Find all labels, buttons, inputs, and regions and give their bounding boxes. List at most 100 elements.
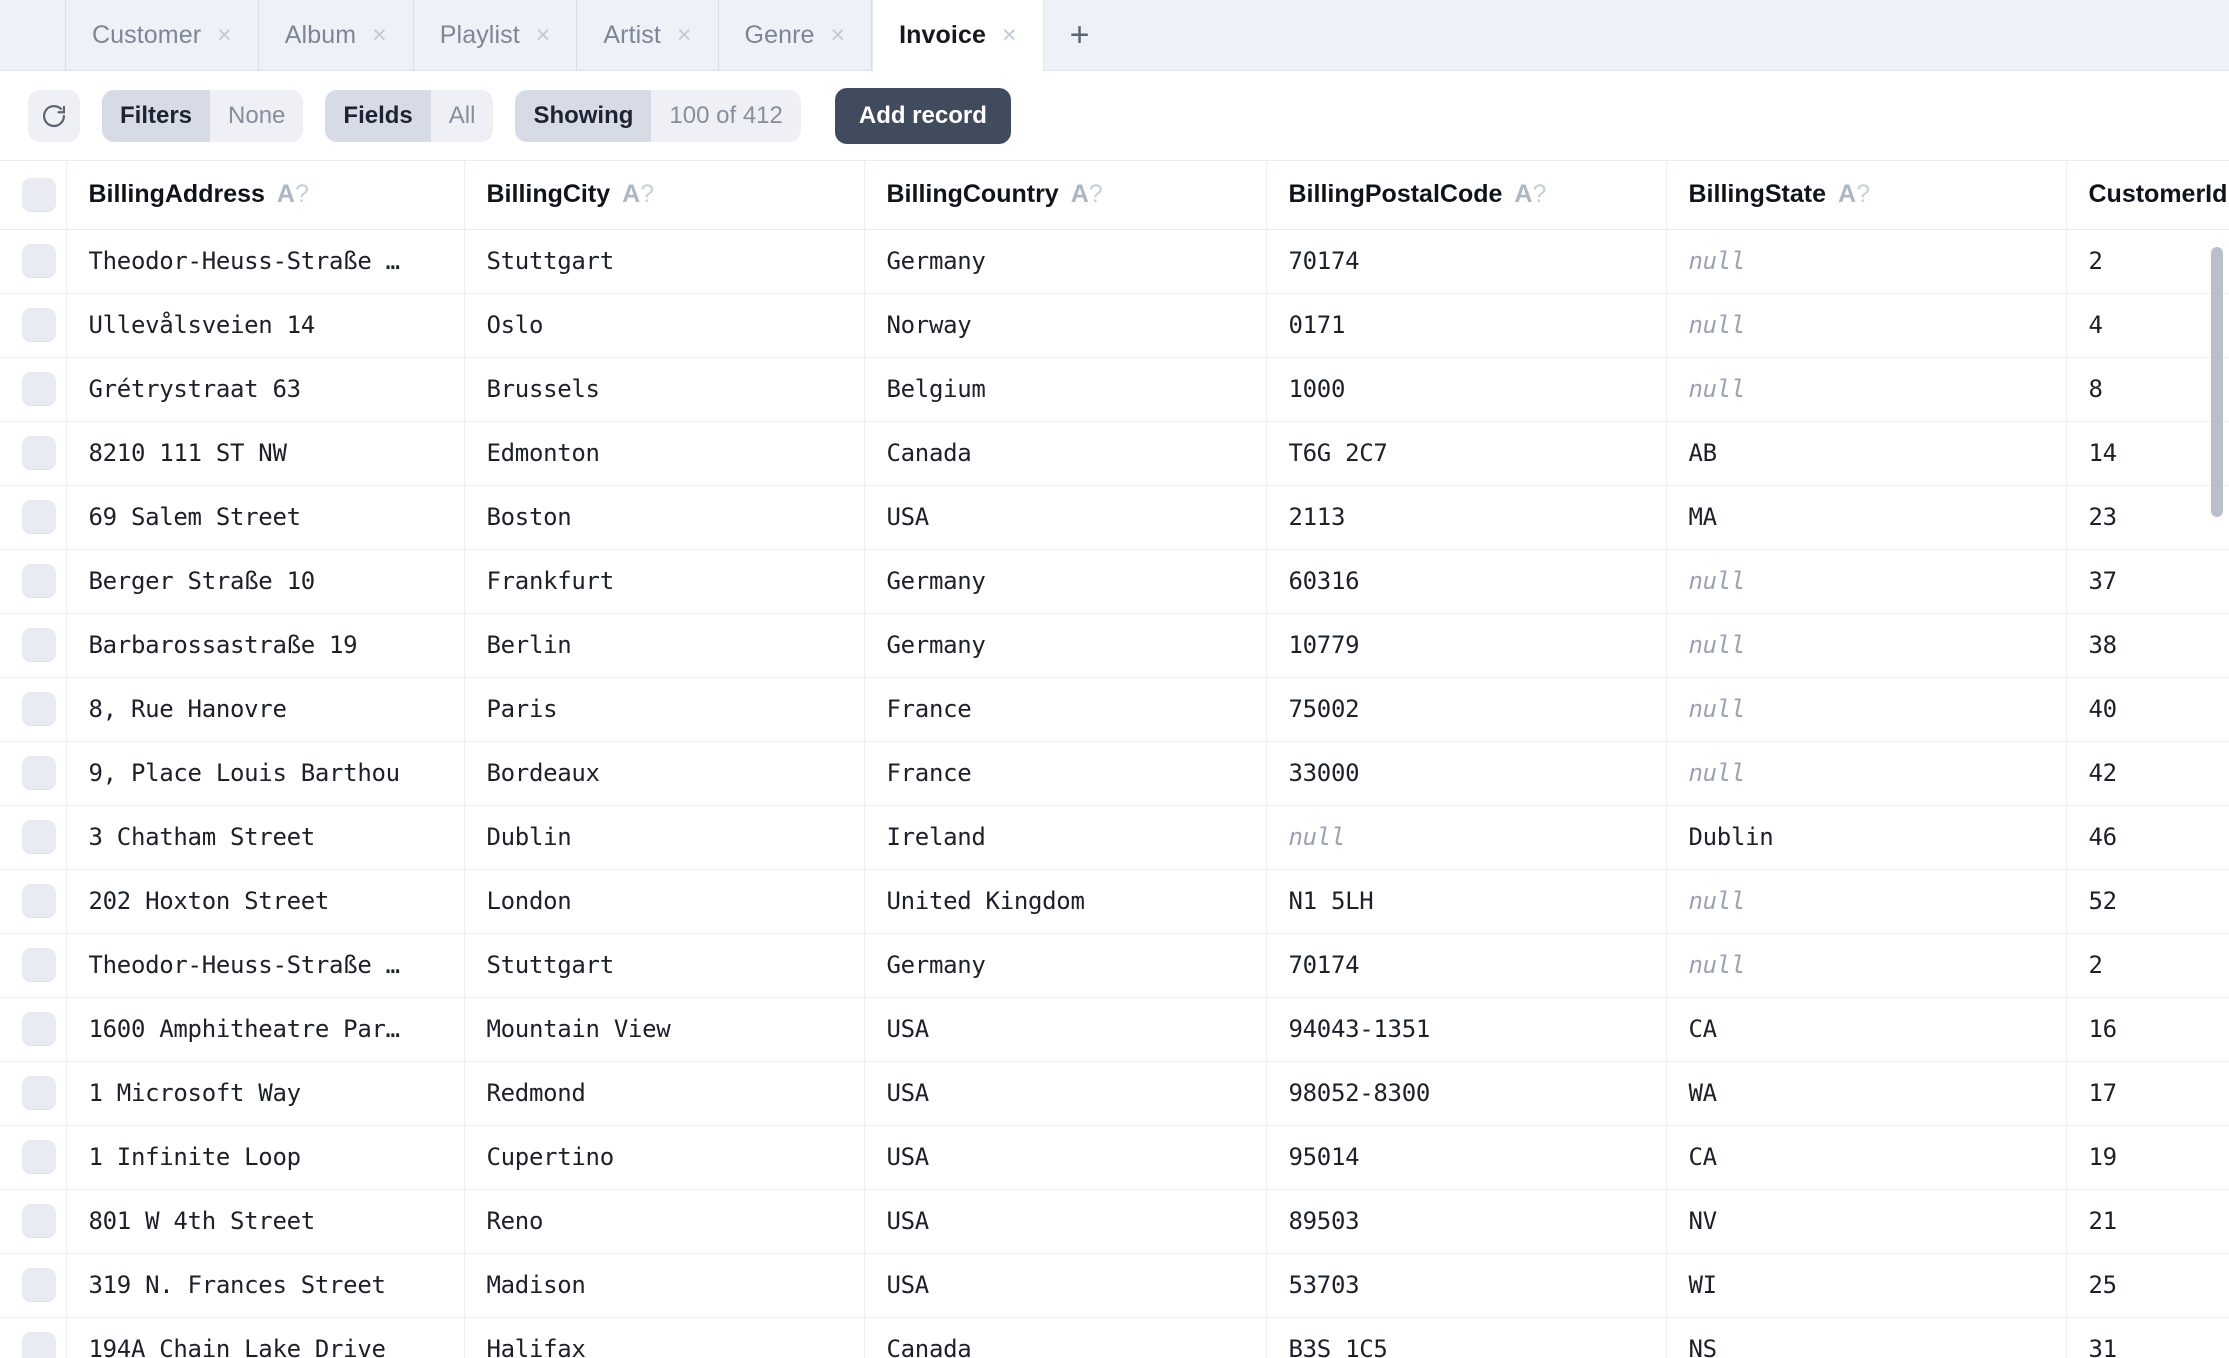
cell-billingpostalcode[interactable]: 10779 <box>1266 613 1667 678</box>
row-select-cell[interactable] <box>0 1189 67 1254</box>
close-icon[interactable]: × <box>217 22 232 48</box>
row-select-cell[interactable] <box>0 1061 67 1126</box>
cell-customerid[interactable]: 2 <box>2066 933 2229 998</box>
row-checkbox[interactable] <box>22 308 56 342</box>
cell-billingpostalcode[interactable]: 2113 <box>1266 485 1667 550</box>
cell-billingpostalcode[interactable]: 75002 <box>1266 677 1667 742</box>
cell-customerid[interactable]: 25 <box>2066 1253 2229 1318</box>
cell-billingcountry[interactable]: USA <box>864 1125 1267 1190</box>
tab-genre[interactable]: Genre × <box>719 0 873 70</box>
cell-billingpostalcode[interactable]: 94043-1351 <box>1266 997 1667 1062</box>
cell-billingcity[interactable]: Boston <box>464 485 865 550</box>
tab-album[interactable]: Album × <box>259 0 414 70</box>
cell-billingpostalcode[interactable]: B3S 1C5 <box>1266 1317 1667 1358</box>
table-row[interactable]: 1600 Amphitheatre Par… Mountain View USA 94… <box>0 997 2229 1062</box>
row-checkbox[interactable] <box>22 244 56 278</box>
cell-billingaddress[interactable]: 69 Salem Street <box>66 485 465 550</box>
cell-customerid[interactable]: 4 <box>2066 293 2229 358</box>
table-row[interactable]: Ullevålsveien 14 Oslo Norway 0171 null 4 <box>0 293 2229 358</box>
cell-billingcity[interactable]: Madison <box>464 1253 865 1318</box>
cell-billingpostalcode[interactable]: N1 5LH <box>1266 869 1667 934</box>
cell-billingaddress[interactable]: 194A Chain Lake Drive <box>66 1317 465 1358</box>
cell-billingaddress[interactable]: 801 W 4th Street <box>66 1189 465 1254</box>
cell-billingstate[interactable]: null <box>1666 677 2067 742</box>
cell-billingstate[interactable]: null <box>1666 357 2067 422</box>
cell-billingpostalcode[interactable]: 98052-8300 <box>1266 1061 1667 1126</box>
select-all-header[interactable] <box>0 161 67 230</box>
cell-billingstate[interactable]: Dublin <box>1666 805 2067 870</box>
table-row[interactable]: 8, Rue Hanovre Paris France 75002 null 40 <box>0 677 2229 742</box>
select-all-checkbox[interactable] <box>22 177 56 212</box>
table-row[interactable]: 9, Place Louis Barthou Bordeaux France 3300… <box>0 741 2229 806</box>
table-row[interactable]: 69 Salem Street Boston USA 2113 MA 23 <box>0 485 2229 550</box>
row-checkbox[interactable] <box>22 372 56 406</box>
row-checkbox[interactable] <box>22 1140 56 1174</box>
column-header-customerid[interactable]: CustomerId <box>2066 161 2229 230</box>
cell-billingaddress[interactable]: 319 N. Frances Street <box>66 1253 465 1318</box>
close-icon[interactable]: × <box>536 22 551 48</box>
cell-billingaddress[interactable]: Grétrystraat 63 <box>66 357 465 422</box>
cell-billingpostalcode[interactable]: 53703 <box>1266 1253 1667 1318</box>
cell-billingcity[interactable]: Paris <box>464 677 865 742</box>
row-checkbox[interactable] <box>22 436 56 470</box>
tab-playlist[interactable]: Playlist × <box>414 0 578 70</box>
row-checkbox[interactable] <box>22 884 56 918</box>
table-row[interactable]: Theodor-Heuss-Straße … Stuttgart Germany 70… <box>0 229 2229 294</box>
cell-customerid[interactable]: 42 <box>2066 741 2229 806</box>
column-header-billingcountry[interactable]: BillingCountry A? <box>864 161 1267 230</box>
cell-billingcity[interactable]: Brussels <box>464 357 865 422</box>
cell-billingcountry[interactable]: USA <box>864 485 1267 550</box>
row-checkbox[interactable] <box>22 500 56 534</box>
cell-billingstate[interactable]: null <box>1666 933 2067 998</box>
tab-invoice[interactable]: Invoice × <box>872 0 1044 71</box>
row-select-cell[interactable] <box>0 229 67 294</box>
cell-billingaddress[interactable]: 1 Microsoft Way <box>66 1061 465 1126</box>
cell-billingstate[interactable]: WA <box>1666 1061 2067 1126</box>
cell-billingaddress[interactable]: Theodor-Heuss-Straße … <box>66 229 465 294</box>
cell-billingcountry[interactable]: Germany <box>864 549 1267 614</box>
cell-billingaddress[interactable]: Barbarossastraße 19 <box>66 613 465 678</box>
cell-customerid[interactable]: 21 <box>2066 1189 2229 1254</box>
close-icon[interactable]: × <box>677 22 692 48</box>
cell-billingaddress[interactable]: Ullevålsveien 14 <box>66 293 465 358</box>
cell-billingaddress[interactable]: 8210 111 ST NW <box>66 421 465 486</box>
row-select-cell[interactable] <box>0 805 67 870</box>
table-row[interactable]: Berger Straße 10 Frankfurt Germany 60316 nul… <box>0 549 2229 614</box>
cell-billingstate[interactable]: CA <box>1666 1125 2067 1190</box>
cell-billingstate[interactable]: WI <box>1666 1253 2067 1318</box>
table-row[interactable]: 194A Chain Lake Drive Halifax Canada B3S 1C… <box>0 1317 2229 1358</box>
cell-billingcity[interactable]: Mountain View <box>464 997 865 1062</box>
cell-billingcountry[interactable]: Germany <box>864 613 1267 678</box>
cell-billingcountry[interactable]: USA <box>864 997 1267 1062</box>
close-icon[interactable]: × <box>1002 23 1017 48</box>
cell-customerid[interactable]: 19 <box>2066 1125 2229 1190</box>
table-row[interactable]: 801 W 4th Street Reno USA 89503 NV 21 <box>0 1189 2229 1254</box>
table-row[interactable]: 8210 111 ST NW Edmonton Canada T6G 2C7 AB 14 <box>0 421 2229 486</box>
cell-billingaddress[interactable]: Theodor-Heuss-Straße … <box>66 933 465 998</box>
cell-billingpostalcode[interactable]: 1000 <box>1266 357 1667 422</box>
cell-billingcity[interactable]: Redmond <box>464 1061 865 1126</box>
cell-customerid[interactable]: 2 <box>2066 229 2229 294</box>
close-icon[interactable]: × <box>831 22 846 48</box>
cell-billingcity[interactable]: Bordeaux <box>464 741 865 806</box>
column-header-billingcity[interactable]: BillingCity A? <box>464 161 865 230</box>
cell-billingaddress[interactable]: 202 Hoxton Street <box>66 869 465 934</box>
cell-billingpostalcode[interactable]: 70174 <box>1266 229 1667 294</box>
table-row[interactable]: 319 N. Frances Street Madison USA 53703 WI 25 <box>0 1253 2229 1318</box>
row-checkbox[interactable] <box>22 756 56 790</box>
cell-customerid[interactable]: 40 <box>2066 677 2229 742</box>
cell-billingcity[interactable]: Reno <box>464 1189 865 1254</box>
cell-billingcity[interactable]: Stuttgart <box>464 933 865 998</box>
cell-billingstate[interactable]: NV <box>1666 1189 2067 1254</box>
column-header-billingstate[interactable]: BillingState A? <box>1666 161 2067 230</box>
cell-billingcountry[interactable]: USA <box>864 1061 1267 1126</box>
cell-billingcountry[interactable]: Germany <box>864 933 1267 998</box>
row-select-cell[interactable] <box>0 933 67 998</box>
add-tab-button[interactable]: + <box>1044 0 1116 70</box>
filters-control[interactable]: Filters None <box>102 89 304 142</box>
showing-control[interactable]: Showing 100 of 412 <box>515 89 801 142</box>
cell-customerid[interactable]: 16 <box>2066 997 2229 1062</box>
cell-billingaddress[interactable]: 1600 Amphitheatre Par… <box>66 997 465 1062</box>
column-header-billingpostalcode[interactable]: BillingPostalCode A? <box>1266 161 1667 230</box>
cell-billingpostalcode[interactable]: 95014 <box>1266 1125 1667 1190</box>
